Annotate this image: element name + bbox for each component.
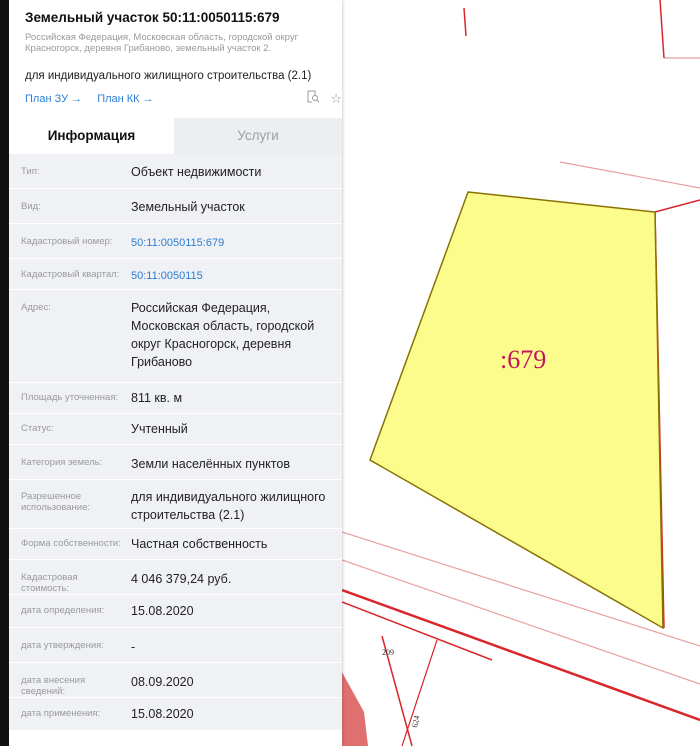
info-row-label: дата внесения сведений: <box>21 675 86 697</box>
info-row-label: Кадастровый квартал: <box>21 269 120 280</box>
parcel-title: Земельный участок 50:11:0050115:679 <box>25 10 280 25</box>
info-row-label: Адрес: <box>21 302 51 313</box>
info-row-value: 4 046 379,24 руб. <box>131 572 232 586</box>
info-row: Разрешенное использование: для индивидуал… <box>9 480 342 528</box>
info-row-label: Статус: <box>21 423 54 434</box>
map-label-624: 624 <box>410 715 421 729</box>
star-icon[interactable]: ☆ <box>330 91 342 106</box>
info-row-value: для индивидуального жилищного строительс… <box>131 490 326 522</box>
info-row: Форма собственности: Частная собственност… <box>9 529 342 559</box>
info-row-label: Кадастровый номер: <box>21 236 113 247</box>
tab-information[interactable]: Информация <box>9 118 174 154</box>
info-row-label: Тип: <box>21 166 40 177</box>
header-actions: ☆ <box>299 90 342 107</box>
map-boundary-red <box>342 601 493 661</box>
selected-parcel[interactable] <box>369 191 664 630</box>
map-boundary-red <box>654 199 700 213</box>
document-search-icon[interactable] <box>307 90 323 106</box>
plan-zu-link[interactable]: План ЗУ → <box>25 93 82 105</box>
info-row: Статус: Учтенный <box>9 414 342 444</box>
info-row: Кадастровая стоимость: 4 046 379,24 руб. <box>9 560 342 594</box>
info-row: дата утверждения: - <box>9 628 342 662</box>
map-label-209: 209 <box>382 648 394 657</box>
info-row-value: Земли населённых пунктов <box>131 457 290 471</box>
info-row-label: дата утверждения: <box>21 640 104 651</box>
info-row: Категория земель: Земли населённых пункто… <box>9 445 342 479</box>
info-row-label: Площадь уточненная: <box>21 392 119 403</box>
info-row-label: Категория земель: <box>21 457 103 468</box>
info-row-value: Земельный участок <box>131 200 245 214</box>
info-row-label: Форма собственности: <box>21 538 121 549</box>
parcel-label: :679 <box>500 345 546 374</box>
info-row-label: Разрешенное использование: <box>21 491 91 513</box>
plan-kk-link[interactable]: План КК → <box>97 93 153 105</box>
map-boundary-line <box>559 161 700 189</box>
info-row-value: - <box>131 640 136 654</box>
info-row: дата определения: 15.08.2020 <box>9 595 342 627</box>
panel-header: Земельный участок 50:11:0050115:679 Росс… <box>13 0 342 118</box>
parcel-address-small: Российская Федерация, Московская область… <box>25 32 299 54</box>
map-highlight-parcel <box>342 672 368 746</box>
info-row: дата применения: 15.08.2020 <box>9 698 342 730</box>
info-row-value: 08.09.2020 <box>131 675 194 689</box>
panel-edge-strip <box>0 0 9 746</box>
info-row-label: дата применения: <box>21 708 101 719</box>
info-row: Вид: Земельный участок <box>9 189 342 223</box>
info-row-value: 15.08.2020 <box>131 707 194 721</box>
info-row: Площадь уточненная: 811 кв. м <box>9 383 342 413</box>
info-panel: Земельный участок 50:11:0050115:679 Росс… <box>0 0 342 746</box>
info-row-value: Объект недвижимости <box>131 165 262 179</box>
panel-tabs: Информация Услуги <box>9 118 342 154</box>
info-row-link[interactable]: 50:11:0050115:679 <box>131 234 336 252</box>
info-row: Адрес: Российская Федерация, Московская о… <box>9 290 342 382</box>
map-boundary-red <box>401 639 438 746</box>
parcel-purpose: для индивидуального жилищного строительс… <box>25 70 312 82</box>
row-divider <box>9 730 342 731</box>
info-row-label: Кадастровая стоимость: <box>21 572 78 594</box>
info-row-value: 811 кв. м <box>131 391 183 405</box>
info-row: Кадастровый квартал: 50:11:0050115 <box>9 259 342 289</box>
cadastral-map[interactable]: :679 209 624 <box>342 0 700 746</box>
tab-services[interactable]: Услуги <box>174 118 342 154</box>
map-boundary-red <box>463 7 467 37</box>
info-row-value: 15.08.2020 <box>131 604 194 618</box>
info-row-label: дата определения: <box>21 605 105 616</box>
map-boundary-red <box>659 0 665 59</box>
info-row-value: Частная собственность <box>131 537 268 551</box>
info-row: Тип: Объект недвижимости <box>9 154 342 188</box>
info-row-link[interactable]: 50:11:0050115 <box>131 267 336 285</box>
info-row-value: Российская Федерация, Московская область… <box>131 301 315 369</box>
info-row: Кадастровый номер: 50:11:0050115:679 <box>9 224 342 258</box>
info-row-label: Вид: <box>21 201 41 212</box>
info-row: дата внесения сведений: 08.09.2020 <box>9 663 342 697</box>
info-row-value: Учтенный <box>131 422 188 436</box>
plan-links: План ЗУ → План КК → <box>25 93 166 105</box>
